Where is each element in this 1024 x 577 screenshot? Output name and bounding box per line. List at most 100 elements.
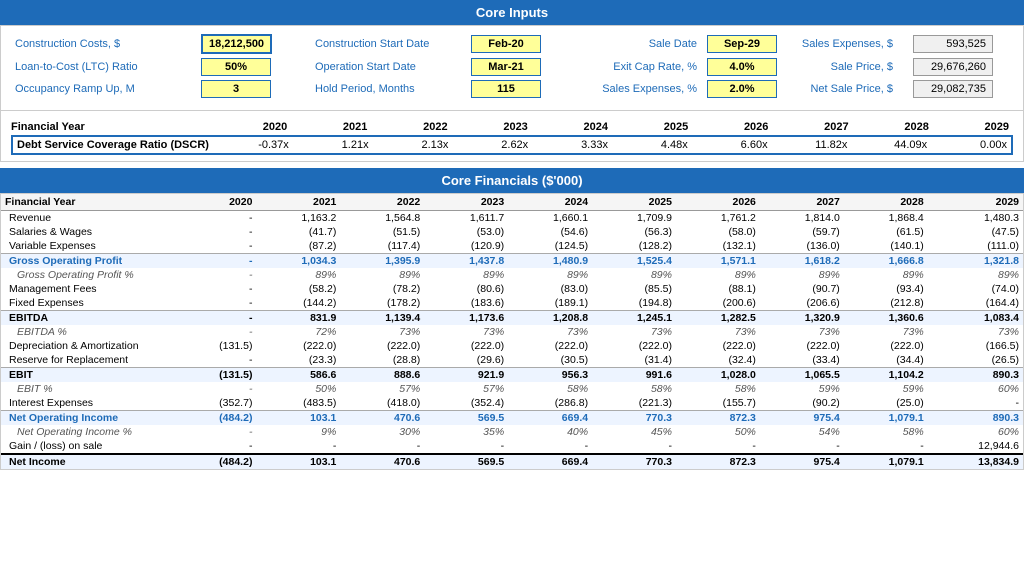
row-value-cell: 89% [928,268,1023,282]
construction-costs-value[interactable]: 18,212,500 [201,34,272,54]
row-label-cell: EBITDA % [1,325,176,339]
table-row: Gross Operating Profit-1,034.31,395.91,4… [1,254,1023,269]
fin-year-col-header: Financial Year [1,194,176,211]
dscr-year-2028: 2028 [853,121,933,133]
row-value-cell: (33.4) [760,353,844,368]
row-value-cell: (221.3) [592,396,676,411]
row-value-cell: 58% [844,425,928,439]
row-value-cell: (183.6) [424,296,508,311]
dscr-row: Debt Service Coverage Ratio (DSCR) -0.37… [11,135,1013,155]
dscr-label: Debt Service Coverage Ratio (DSCR) [13,139,213,151]
row-value-cell: (41.7) [256,225,340,239]
table-row: Net Operating Income %-9%30%35%40%45%50%… [1,425,1023,439]
row-label-cell: Depreciation & Amortization [1,339,176,353]
row-value-cell: (206.6) [760,296,844,311]
row-value-cell: 58% [592,382,676,396]
row-value-cell: - [340,439,424,454]
row-value-cell: 1,761.2 [676,211,760,226]
ltc-value[interactable]: 50% [201,58,271,76]
row-value-cell: (25.0) [844,396,928,411]
fin-year-2025: 2025 [592,194,676,211]
row-value-cell: (286.8) [508,396,592,411]
dscr-val-2024: 3.33x [532,139,612,151]
row-value-cell: 470.6 [340,454,424,469]
row-value-cell: - [176,268,256,282]
dscr-year-2020: 2020 [211,121,291,133]
row-value-cell: 956.3 [508,368,592,383]
sales-expenses-pct-value[interactable]: 2.0% [707,80,777,98]
row-value-cell: 1,360.6 [844,311,928,326]
row-value-cell: (164.4) [928,296,1023,311]
operation-start-value[interactable]: Mar-21 [471,58,541,76]
row-value-cell: - [176,225,256,239]
row-value-cell: (90.2) [760,396,844,411]
sale-date-value[interactable]: Sep-29 [707,35,777,53]
row-value-cell: 103.1 [256,411,340,426]
row-value-cell: (58.2) [256,282,340,296]
row-value-cell: (117.4) [340,239,424,254]
row-value-cell: (51.5) [340,225,424,239]
construction-start-value[interactable]: Feb-20 [471,35,541,53]
fin-year-2028: 2028 [844,194,928,211]
row-label-cell: Fixed Expenses [1,296,176,311]
row-value-cell: 890.3 [928,411,1023,426]
row-value-cell: 872.3 [676,454,760,469]
row-value-cell: (222.0) [508,339,592,353]
core-financials-section: Financial Year 2020 2021 2022 2023 2024 … [0,193,1024,470]
row-value-cell: (54.6) [508,225,592,239]
table-row: Net Operating Income(484.2)103.1470.6569… [1,411,1023,426]
row-value-cell: (131.5) [176,339,256,353]
occupancy-value[interactable]: 3 [201,80,271,98]
dscr-year-2023: 2023 [452,121,532,133]
row-value-cell: (136.0) [760,239,844,254]
row-value-cell: - [176,439,256,454]
table-row: Reserve for Replacement-(23.3)(28.8)(29.… [1,353,1023,368]
row-value-cell: 888.6 [340,368,424,383]
row-label-cell: Gross Operating Profit [1,254,176,269]
row-value-cell: (59.7) [760,225,844,239]
fin-year-2029: 2029 [928,194,1023,211]
table-row: Management Fees-(58.2)(78.2)(80.6)(83.0)… [1,282,1023,296]
row-value-cell: (47.5) [928,225,1023,239]
row-value-cell: - [176,325,256,339]
fin-header-row: Financial Year 2020 2021 2022 2023 2024 … [1,194,1023,211]
row-label-cell: Variable Expenses [1,239,176,254]
row-value-cell: (128.2) [592,239,676,254]
row-value-cell: - [760,439,844,454]
row-value-cell: 89% [508,268,592,282]
row-value-cell: 73% [844,325,928,339]
row-value-cell: 1,139.4 [340,311,424,326]
row-value-cell: 73% [340,325,424,339]
row-value-cell: 89% [340,268,424,282]
row-value-cell: 89% [592,268,676,282]
row-value-cell: (483.5) [256,396,340,411]
dscr-year-2024: 2024 [532,121,612,133]
row-label-cell: Gain / (loss) on sale [1,439,176,454]
hold-period-value[interactable]: 115 [471,80,541,98]
row-label-cell: Reserve for Replacement [1,353,176,368]
table-row: EBIT(131.5)586.6888.6921.9956.3991.61,02… [1,368,1023,383]
sales-expenses-pct-label: Sales Expenses, % [541,81,701,97]
dscr-section: Financial Year 2020202120222023202420252… [0,111,1024,162]
exit-cap-value[interactable]: 4.0% [707,58,777,76]
row-value-cell: 872.3 [676,411,760,426]
row-value-cell: - [592,439,676,454]
row-value-cell: (87.2) [256,239,340,254]
row-value-cell: 1,282.5 [676,311,760,326]
row-value-cell: 1,065.5 [760,368,844,383]
construction-costs-label: Construction Costs, $ [11,36,201,52]
row-value-cell: 770.3 [592,411,676,426]
core-inputs-header: Core Inputs [0,0,1024,25]
core-financials-header: Core Financials ($'000) [0,168,1024,193]
row-value-cell: (484.2) [176,454,256,469]
row-value-cell: (78.2) [340,282,424,296]
row-value-cell: 1,480.9 [508,254,592,269]
table-row: Depreciation & Amortization(131.5) (222.0… [1,339,1023,353]
row-value-cell: 1,437.8 [424,254,508,269]
row-value-cell: 45% [592,425,676,439]
row-value-cell: - [508,439,592,454]
row-value-cell: 89% [424,268,508,282]
row-value-cell: - [844,439,928,454]
row-value-cell: 60% [928,425,1023,439]
row-value-cell: 569.5 [424,411,508,426]
